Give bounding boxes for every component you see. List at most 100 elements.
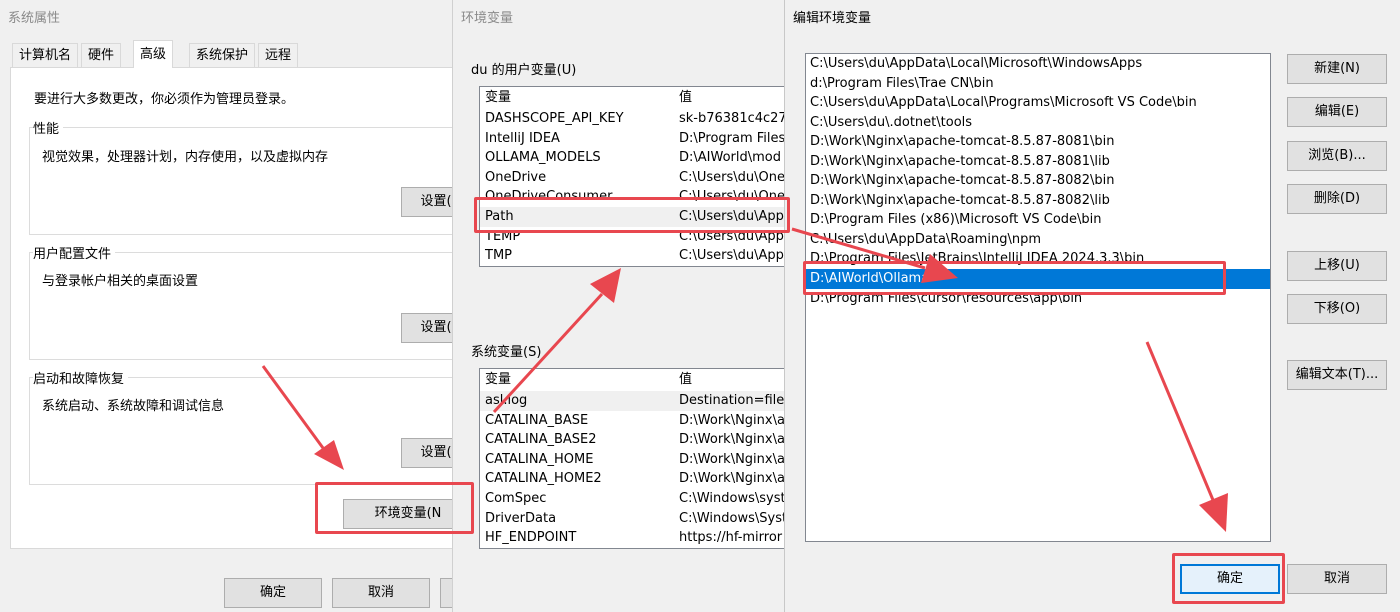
variable-name: TMP (485, 248, 512, 264)
apply-button[interactable] (440, 578, 452, 608)
cancel-button[interactable]: 取消 (1287, 564, 1387, 594)
admin-note: 要进行大多数更改，你必须作为管理员登录。 (34, 92, 295, 107)
variable-value: sk-b76381c4c27 (679, 111, 784, 126)
startup-recovery-title: 启动和故障恢复 (33, 368, 129, 387)
variable-name: CATALINA_BASE (485, 412, 589, 428)
table-row[interactable]: CATALINA_BASE2 D:\Work\Nginx\a (480, 430, 784, 450)
table-row[interactable]: ComSpec C:\Windows\syst (480, 489, 784, 509)
variable-name: OneDriveConsumer (485, 189, 613, 205)
variable-value: C:\Users\du\App (679, 248, 784, 264)
table-row[interactable]: CATALINA_BASE D:\Work\Nginx\a (480, 411, 784, 431)
variable-name: TEMP (485, 228, 521, 244)
variable-value: D:\Work\Nginx\a (679, 451, 784, 467)
variable-value: C:\Windows\Syst (679, 510, 784, 526)
column-header-variable: 变量 (485, 90, 512, 105)
move-up-button[interactable]: 上移(U) (1287, 251, 1387, 281)
user-variables-table[interactable]: 变量 值 DASHSCOPE_API_KEY sk-b76381c4c27 Int… (479, 86, 784, 267)
window-title: 系统属性 (8, 11, 61, 26)
new-button[interactable]: 新建(N) (1287, 54, 1387, 84)
startup-recovery-description: 系统启动、系统故障和调试信息 (42, 399, 225, 414)
variable-name: ComSpec (485, 490, 547, 506)
variable-value: D:\Work\Nginx\a (679, 471, 784, 487)
table-row[interactable]: OneDrive C:\Users\du\One (480, 168, 784, 188)
path-entries-list[interactable]: C:\Users\du\AppData\Local\Microsoft\Wind… (805, 53, 1271, 542)
variable-value: D:\AIWorld\mod (679, 150, 782, 166)
table-row[interactable]: DASHSCOPE_API_KEY sk-b76381c4c27 (480, 109, 784, 129)
variable-name: asl.log (485, 393, 528, 408)
variable-name: CATALINA_HOME (485, 451, 594, 467)
variable-name: IntelliJ IDEA (485, 130, 560, 146)
variable-value: D:\Work\Nginx\a (679, 432, 784, 448)
startup-recovery-settings-button[interactable]: 设置( (401, 438, 452, 468)
tab-advanced[interactable]: 高级 (133, 40, 174, 68)
column-header-value: 值 (679, 372, 693, 387)
list-item[interactable]: D:\Work\Nginx\apache-tomcat-8.5.87-8081\… (806, 152, 1270, 172)
variable-value: D:\Work\Nginx\a (679, 412, 784, 428)
list-item[interactable]: D:\Program Files\cursor\resources\app\bi… (806, 289, 1270, 309)
table-row[interactable]: HF_ENDPOINT https://hf-mirror (480, 528, 784, 548)
window-title: 环境变量 (461, 11, 514, 26)
delete-button[interactable]: 删除(D) (1287, 184, 1387, 214)
list-item[interactable]: d:\Program Files\Trae CN\bin (806, 74, 1270, 94)
tab-hardware[interactable]: 硬件 (81, 43, 122, 67)
browse-button[interactable]: 浏览(B)... (1287, 141, 1387, 171)
table-row[interactable]: OneDriveConsumer C:\Users\du\One (480, 187, 784, 207)
cancel-button[interactable]: 取消 (332, 578, 430, 608)
environment-variables-window: 环境变量 du 的用户变量(U) 变量 值 DASHSCOPE_API_KEY s… (452, 0, 784, 612)
performance-title: 性能 (33, 118, 64, 137)
variable-name: CATALINA_HOME2 (485, 471, 602, 487)
table-row[interactable]: TMP C:\Users\du\App (480, 246, 784, 266)
table-row[interactable]: asl.log Destination=file (480, 391, 784, 411)
system-properties-window: 系统属性 计算机名 硬件 高级 系统保护 远程 要进行大多数更改，你必须作为管理… (0, 0, 452, 612)
table-row[interactable]: CATALINA_HOME2 D:\Work\Nginx\a (480, 469, 784, 489)
window-title: 编辑环境变量 (793, 11, 872, 26)
table-row[interactable]: IntelliJ IDEA D:\Program Files (480, 129, 784, 149)
variable-name: DriverData (485, 510, 557, 526)
table-row[interactable]: OLLAMA_MODELS D:\AIWorld\mod (480, 148, 784, 168)
tab-system-protection[interactable]: 系统保护 (189, 43, 256, 67)
user-profiles-settings-button[interactable]: 设置( (401, 313, 452, 343)
list-item[interactable]: C:\Users\du\AppData\Local\Microsoft\Wind… (806, 54, 1270, 74)
performance-settings-button[interactable]: 设置( (401, 187, 452, 217)
table-row[interactable]: CATALINA_HOME D:\Work\Nginx\a (480, 450, 784, 470)
tab-computer-name[interactable]: 计算机名 (12, 43, 79, 67)
edit-environment-variable-window: 编辑环境变量 C:\Users\du\AppData\Local\Microso… (784, 0, 1400, 612)
edit-button[interactable]: 编辑(E) (1287, 97, 1387, 127)
list-item[interactable]: D:\Work\Nginx\apache-tomcat-8.5.87-8082\… (806, 191, 1270, 211)
list-item-selected[interactable]: D:\AIWorld\Ollama (806, 269, 1270, 289)
environment-variables-button[interactable]: 环境变量(N (343, 499, 452, 529)
performance-group (29, 127, 452, 235)
list-item[interactable]: C:\Users\du\AppData\Roaming\npm (806, 230, 1270, 250)
variable-value: Destination=file (679, 393, 784, 408)
variable-name: OneDrive (485, 169, 547, 185)
variable-value: D:\Program Files (679, 130, 784, 146)
user-profiles-description: 与登录帐户相关的桌面设置 (42, 274, 199, 289)
table-row[interactable]: TEMP C:\Users\du\App (480, 227, 784, 247)
list-item[interactable]: D:\Program Files (x86)\Microsoft VS Code… (806, 210, 1270, 230)
list-item[interactable]: C:\Users\du\AppData\Local\Programs\Micro… (806, 93, 1270, 113)
table-row-path[interactable]: Path C:\Users\du\App (480, 206, 784, 227)
variable-value: C:\Users\du\App (679, 228, 784, 244)
ok-button[interactable]: 确定 (224, 578, 322, 608)
variable-value: C:\Users\du\One (679, 189, 784, 205)
column-header-variable: 变量 (485, 372, 512, 387)
list-item[interactable]: D:\Work\Nginx\apache-tomcat-8.5.87-8082\… (806, 171, 1270, 191)
list-item[interactable]: D:\Work\Nginx\apache-tomcat-8.5.87-8081\… (806, 132, 1270, 152)
tab-remote[interactable]: 远程 (258, 43, 299, 67)
list-item[interactable]: D:\Program Files\JetBrains\IntelliJ IDEA… (806, 249, 1270, 269)
variable-name: CATALINA_BASE2 (485, 432, 597, 448)
advanced-tab-panel: 要进行大多数更改，你必须作为管理员登录。 性能 视觉效果，处理器计划，内存使用，… (10, 67, 452, 549)
variable-name: OLLAMA_MODELS (485, 150, 601, 166)
column-header-value: 值 (679, 90, 693, 105)
startup-recovery-group (29, 377, 452, 485)
table-header: 变量 值 (480, 369, 784, 391)
list-item[interactable]: C:\Users\du\.dotnet\tools (806, 113, 1270, 133)
edit-text-button[interactable]: 编辑文本(T)... (1287, 360, 1387, 390)
variable-name: Path (485, 208, 514, 224)
ok-button[interactable]: 确定 (1180, 564, 1280, 594)
variable-value: C:\Users\du\One (679, 169, 784, 185)
table-row[interactable]: DriverData C:\Windows\Syst (480, 509, 784, 529)
variable-name: DASHSCOPE_API_KEY (485, 111, 624, 126)
move-down-button[interactable]: 下移(O) (1287, 294, 1387, 324)
system-variables-table[interactable]: 变量 值 asl.log Destination=file CATALINA_BA… (479, 368, 784, 549)
